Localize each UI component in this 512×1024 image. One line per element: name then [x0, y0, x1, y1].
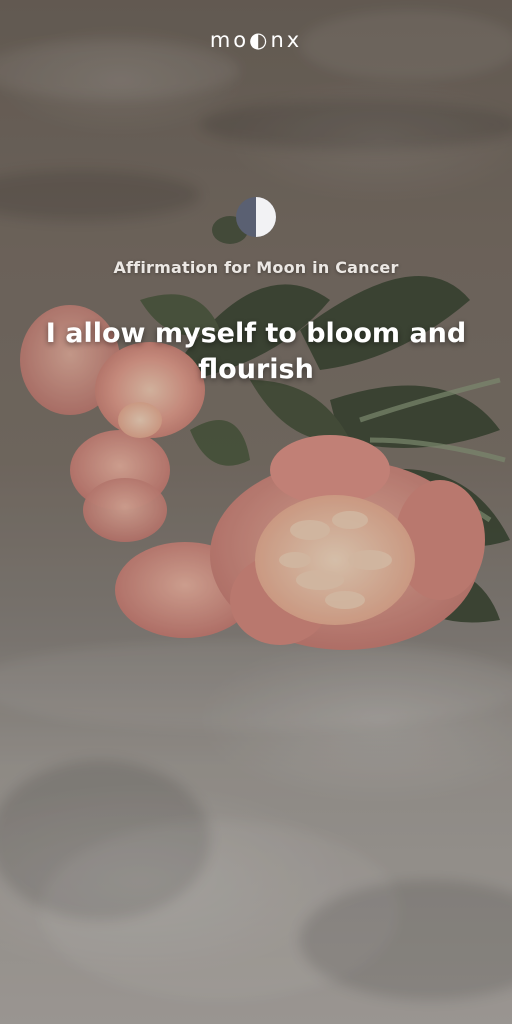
half-moon-icon — [236, 197, 276, 237]
dim-overlay — [0, 0, 512, 1024]
affirmation-subtitle: Affirmation for Moon in Cancer — [113, 258, 399, 277]
affirmation-screen: mo◐nx Affirmation for Moon in Cancer I a… — [0, 0, 512, 1024]
affirmation-text: I allow myself to bloom and flourish — [45, 318, 467, 385]
app-logo: mo◐nx — [209, 28, 303, 52]
